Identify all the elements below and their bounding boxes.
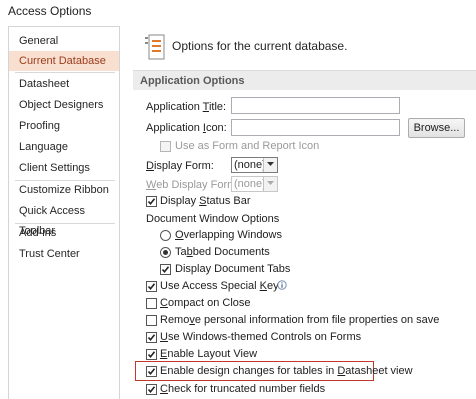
- status-bar-checkbox[interactable]: [146, 196, 157, 207]
- app-title-label: Application Title:: [146, 101, 227, 113]
- remove-personal-info-checkbox[interactable]: [146, 315, 157, 326]
- themed-controls-label: Use Windows-themed Controls on Forms: [160, 331, 362, 343]
- themed-controls-checkbox[interactable]: [146, 332, 157, 343]
- page-header: Options for the current database.: [172, 39, 348, 53]
- form-report-icon-checkbox[interactable]: [160, 141, 171, 152]
- compact-on-close-checkbox[interactable]: [146, 298, 157, 309]
- info-icon[interactable]: [277, 280, 287, 290]
- radio-selected-dot: [163, 250, 168, 255]
- overlapping-windows-radio[interactable]: [160, 230, 171, 241]
- layout-view-label: Enable Layout View: [160, 348, 258, 360]
- sidebar-item-quick-access-toolbar[interactable]: Quick Access Toolbar: [9, 201, 119, 237]
- title-bar: Access Options: [0, 0, 476, 22]
- tabbed-documents-label: Tabbed Documents: [175, 246, 270, 258]
- special-keys-checkbox[interactable]: [146, 281, 157, 292]
- sidebar-item-add-ins[interactable]: Add-ins: [9, 223, 119, 243]
- truncated-fields-label: Check for truncated number fields: [160, 383, 326, 395]
- web-display-form-dropdown[interactable]: (none): [231, 176, 278, 192]
- options-sidebar: General Current Database Datasheet Objec…: [8, 26, 120, 399]
- sidebar-item-object-designers[interactable]: Object Designers: [9, 95, 119, 115]
- chevron-down-icon: [263, 177, 277, 191]
- sidebar-item-language[interactable]: Language: [9, 137, 119, 157]
- overlapping-windows-label: Overlapping Windows: [175, 229, 282, 241]
- sidebar-item-proofing[interactable]: Proofing: [9, 116, 119, 136]
- app-title-input[interactable]: [231, 97, 400, 114]
- window-title: Access Options: [8, 4, 92, 18]
- design-changes-label: Enable design changes for tables in Data…: [160, 365, 413, 377]
- document-tabs-label: Display Document Tabs: [175, 263, 291, 275]
- display-form-dropdown[interactable]: (none): [231, 157, 278, 173]
- chevron-down-icon: [263, 158, 277, 172]
- app-icon-input[interactable]: [231, 119, 400, 136]
- sidebar-item-customize-ribbon[interactable]: Customize Ribbon: [9, 180, 119, 200]
- app-icon-label: Application Icon:: [146, 122, 227, 134]
- status-bar-label: Display Status Bar: [160, 195, 251, 207]
- layout-view-checkbox[interactable]: [146, 349, 157, 360]
- design-changes-checkbox[interactable]: [146, 366, 157, 377]
- browse-button[interactable]: Browse...: [408, 118, 465, 138]
- compact-on-close-label: Compact on Close: [160, 297, 251, 309]
- display-form-label: Display Form:: [146, 160, 214, 172]
- sidebar-item-datasheet[interactable]: Datasheet: [9, 74, 119, 94]
- web-display-form-label: Web Display Form:: [146, 179, 240, 191]
- document-tabs-checkbox[interactable]: [160, 264, 171, 275]
- tabbed-documents-radio[interactable]: [160, 247, 171, 258]
- sidebar-item-general[interactable]: General: [9, 31, 119, 51]
- sidebar-item-client-settings[interactable]: Client Settings: [9, 158, 119, 178]
- document-window-options-label: Document Window Options: [146, 213, 280, 225]
- section-header: Application Options: [133, 70, 476, 90]
- truncated-fields-checkbox[interactable]: [146, 384, 157, 395]
- form-report-icon-label: Use as Form and Report Icon: [175, 140, 320, 152]
- sidebar-item-trust-center[interactable]: Trust Center: [9, 244, 119, 264]
- remove-personal-info-label: Remove personal information from file pr…: [160, 314, 440, 326]
- special-keys-label: Use Access Special Keys: [160, 280, 285, 292]
- sidebar-item-current-database[interactable]: Current Database: [9, 51, 119, 71]
- database-options-icon: [145, 34, 165, 60]
- sidebar-divider: [15, 72, 115, 73]
- display-form-value: (none): [234, 159, 266, 171]
- web-display-form-value: (none): [234, 178, 266, 190]
